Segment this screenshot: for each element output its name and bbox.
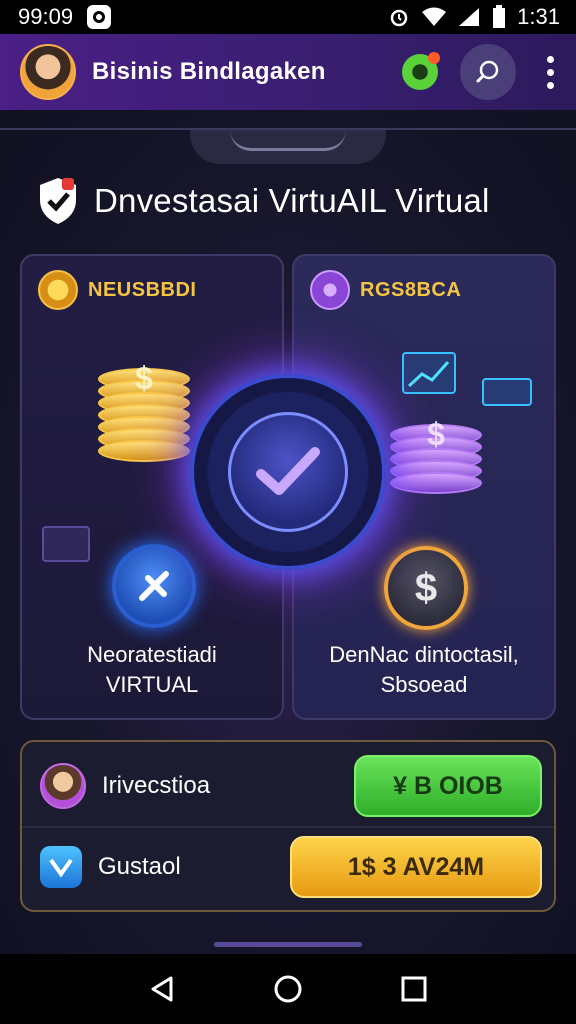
shield-check-icon [40,178,76,224]
row1-button[interactable]: ¥ B OIOB [354,755,542,817]
app-title: Bisinis Bindlagaken [92,58,326,85]
headline-text: Dnvestasai VirtuAIL Virtual [94,182,490,219]
pull-tab[interactable] [190,130,386,164]
cross-icon [139,571,169,601]
row2-button[interactable]: 1$ 3 AV24M [290,836,542,898]
bottom-card: Irivecstioa ¥ B OIOB Gustaol 1$ 3 AV24M [20,740,556,912]
list-item: Gustaol 1$ 3 AV24M [22,826,554,906]
row2-label: Gustaol [98,853,181,880]
right-action-button[interactable]: $ [384,546,468,630]
headline: Dnvestasai VirtuAIL Virtual [36,176,490,226]
gear-icon [310,270,350,310]
alarm-icon [390,9,408,27]
status-right: 1:31 [387,4,560,30]
wifi-icon [422,7,447,26]
right-caption-line2: Sbsoead [380,672,468,697]
right-caption-line1: DenNac dintoctasil, [329,642,519,667]
shield-icon [40,846,82,888]
chart-card-icon [42,526,90,562]
battery-icon [493,5,506,28]
right-panel-caption: DenNac dintoctasil, Sbsoead [294,640,554,700]
navigation-bar [0,954,576,1024]
left-panel-badge-label: NEUSBBDI [88,278,197,301]
search-button[interactable] [460,44,516,100]
row1-label: Irivecstioa [102,772,211,799]
right-panel-badge: RGS8BCA [310,270,461,310]
recents-icon[interactable] [401,976,427,1002]
purple-coin-stack-icon: $ [390,416,482,494]
checkmark-icon [228,412,348,532]
main-content: Dnvestasai VirtuAIL Virtual NEUSBBDI $ N… [0,110,576,954]
list-item: Irivecstioa ¥ B OIOB [22,746,554,826]
investor-avatar [40,763,86,809]
left-panel-badge: NEUSBBDI [38,270,196,310]
right-panel-badge-label: RGS8BCA [360,278,462,301]
app-bar: Bisinis Bindlagaken [0,34,576,110]
status-bar: 99:09 1:31 [0,0,576,34]
coin-icon [38,270,78,310]
signal-icon [459,8,480,26]
notification-app-icon [87,5,112,29]
left-panel-caption: Neoratestiadi VIRTUAL [22,640,282,700]
more-options-icon[interactable] [538,55,562,89]
back-icon[interactable] [149,975,175,1003]
dollar-icon: $ [414,565,438,610]
status-time-left: 99:09 [18,4,74,29]
search-icon [476,60,499,83]
status-time-right: 1:31 [517,4,560,29]
left-caption-line1: Neoratestiadi [87,642,217,667]
gold-coin-stack-icon: $ [98,360,190,462]
home-indicator [214,942,362,947]
notification-badge-icon[interactable] [402,52,440,90]
chart-card-icon [402,352,456,394]
home-icon[interactable] [273,974,303,1004]
left-caption-line2: VIRTUAL [105,672,199,697]
left-action-button[interactable] [112,544,196,628]
status-left: 99:09 [18,4,112,30]
card-icon [482,378,532,406]
profile-avatar[interactable] [20,44,76,100]
center-check-dial[interactable] [190,374,386,570]
